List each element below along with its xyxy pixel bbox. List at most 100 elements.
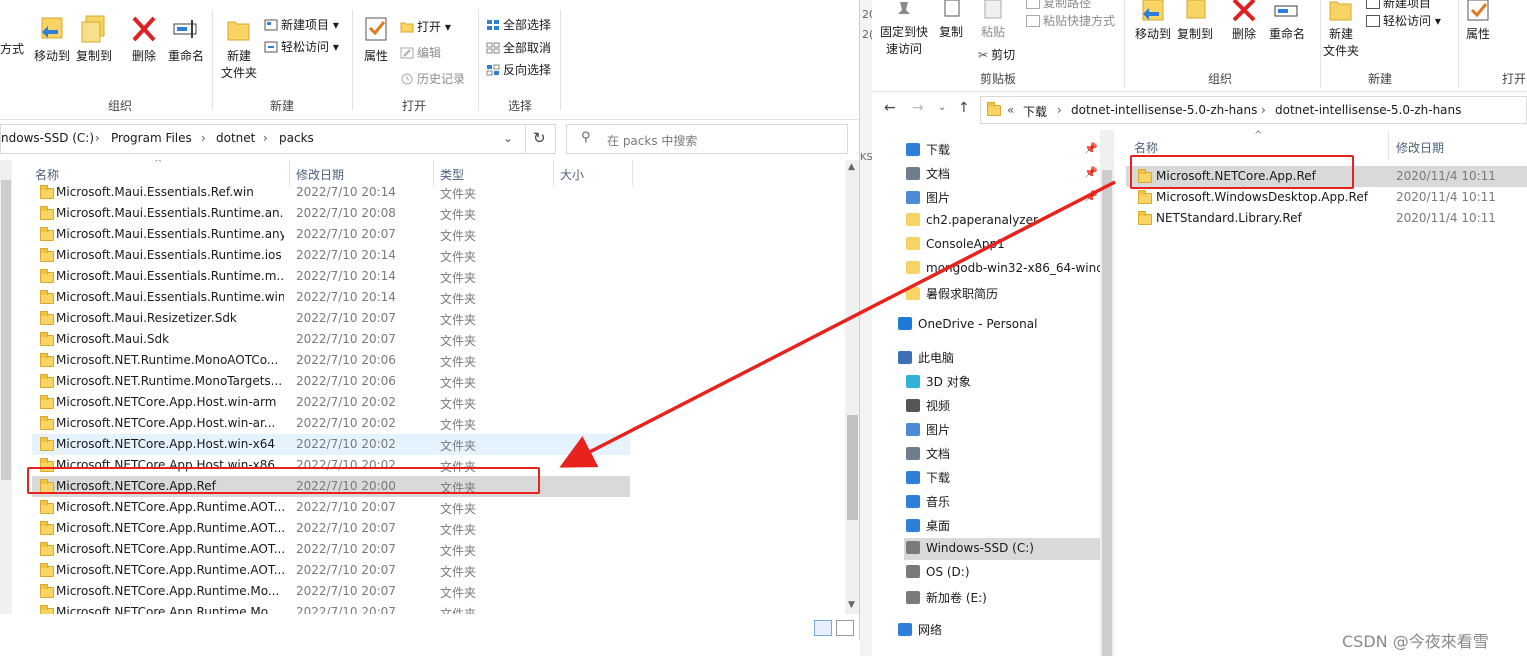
select-none-button[interactable]: 全部取消 — [486, 39, 551, 56]
copy-button[interactable]: 复制 — [934, 0, 968, 40]
details-view-icon[interactable] — [814, 620, 832, 636]
nav-item[interactable]: 此电脑 — [896, 346, 1086, 368]
history-button[interactable]: 历史记录 — [400, 70, 465, 87]
table-row[interactable]: Microsoft.NETCore.App.Host.win-arm 2022/7… — [32, 392, 630, 413]
nav-item[interactable]: OS (D:) — [904, 562, 1094, 584]
nav-item[interactable]: 文档 — [904, 442, 1094, 464]
new-item-button[interactable]: 新建项目 ▾ — [264, 16, 339, 33]
copy-to-button[interactable]: 复制到 — [74, 14, 114, 64]
column-header-name[interactable]: 名称 — [1134, 139, 1158, 156]
scroll-up-icon[interactable]: ▲ — [848, 162, 855, 172]
left-address-bar[interactable]: ndows-SSD (C:) › Program Files › dotnet … — [0, 124, 556, 154]
invert-selection-button[interactable]: 反向选择 — [486, 61, 551, 78]
table-row[interactable]: Microsoft.Maui.Essentials.Runtime.an... 2… — [32, 203, 630, 224]
nav-item[interactable]: 网络 — [896, 618, 1086, 640]
nav-item[interactable]: 新加卷 (E:) — [904, 586, 1094, 608]
nav-item[interactable]: mongodb-win32-x86_64-wind — [904, 258, 1104, 280]
column-header-type[interactable]: 类型 — [440, 166, 464, 183]
right-new-folder-button[interactable]: 新建 文件夹 — [1320, 0, 1362, 59]
breadcrumb-overflow[interactable]: « — [1007, 103, 1014, 117]
nav-item[interactable]: OneDrive - Personal — [896, 314, 1086, 336]
table-row[interactable]: Microsoft.NET.Runtime.MonoAOTCo... 2022/7… — [32, 350, 630, 371]
right-copy-to-button[interactable]: 复制到 — [1174, 0, 1216, 42]
back-arrow-icon[interactable]: ← — [884, 100, 896, 116]
table-row[interactable]: Microsoft.NETCore.App.Host.win-x64 2022/7… — [32, 434, 630, 455]
table-row[interactable]: NETStandard.Library.Ref 2020/11/4 10:11 — [1126, 208, 1527, 229]
breadcrumb-drive[interactable]: ndows-SSD (C:) — [1, 131, 94, 145]
nav-item[interactable]: 暑假求职简历 — [904, 282, 1094, 304]
table-row[interactable]: Microsoft.NETCore.App.Runtime.AOT... 2022… — [32, 539, 630, 560]
cut-button[interactable]: ✂ 剪切 — [978, 46, 1015, 63]
rename-button[interactable]: 重命名 — [166, 14, 206, 64]
left-pane-scrollbar[interactable] — [0, 160, 12, 620]
right-nav-scrollbar[interactable] — [1100, 130, 1114, 656]
nav-item[interactable]: 下载 — [904, 466, 1094, 488]
table-row[interactable]: Microsoft.Maui.Sdk 2022/7/10 20:07 文件夹 — [32, 329, 630, 350]
easy-access-button[interactable]: 轻松访问 ▾ — [264, 38, 339, 55]
breadcrumb-intellisense-inner[interactable]: dotnet-intellisense-5.0-zh-hans — [1275, 103, 1461, 117]
copy-path-button[interactable]: 复制路径 — [1026, 0, 1091, 11]
pin-icon[interactable]: 📌 — [1084, 190, 1098, 203]
table-row[interactable]: Microsoft.Maui.Essentials.Runtime.m... 20… — [32, 266, 630, 287]
column-header-name[interactable]: 名称 — [35, 166, 59, 183]
scrollbar-thumb[interactable] — [847, 415, 858, 520]
table-row[interactable]: Microsoft.NETCore.App.Runtime.AOT... 2022… — [32, 518, 630, 539]
nav-item[interactable]: 音乐 — [904, 490, 1094, 512]
table-row[interactable]: Microsoft.NETCore.App.Runtime.AOT... 2022… — [32, 497, 630, 518]
nav-item[interactable]: 图片 — [904, 186, 1094, 208]
breadcrumb-program-files[interactable]: Program Files — [111, 131, 192, 145]
paste-button[interactable]: 粘贴 — [976, 0, 1010, 40]
nav-item[interactable]: 图片 — [904, 418, 1094, 440]
nav-item[interactable]: ConsoleApp1 — [904, 234, 1094, 256]
table-row[interactable]: Microsoft.Maui.Essentials.Runtime.any 202… — [32, 224, 630, 245]
nav-item[interactable]: 文档 — [904, 162, 1094, 184]
right-new-item-button[interactable]: 新建项目 — [1366, 0, 1431, 11]
nav-item[interactable]: 3D 对象 — [904, 370, 1094, 392]
address-dropdown-chevron-icon[interactable]: ⌄ — [503, 131, 513, 145]
column-header-size[interactable]: 大小 — [560, 166, 584, 183]
table-row[interactable]: Microsoft.Maui.Essentials.Runtime.ios 202… — [32, 245, 630, 266]
paste-shortcut-button[interactable]: 粘贴快捷方式 — [1026, 12, 1115, 29]
table-row[interactable]: Microsoft.WindowsDesktop.App.Ref 2020/11/… — [1126, 187, 1527, 208]
recent-chevron-icon[interactable]: ⌄ — [938, 102, 946, 113]
delete-button[interactable]: 删除 — [126, 14, 162, 64]
nav-item[interactable]: 视频 — [904, 394, 1094, 416]
move-to-button[interactable]: 移动到 — [32, 14, 72, 64]
properties-button[interactable]: 属性 — [358, 14, 394, 64]
edit-button[interactable]: 编辑 — [400, 44, 441, 61]
up-arrow-icon[interactable]: ↑ — [958, 100, 970, 116]
column-header-date[interactable]: 修改日期 — [1396, 139, 1444, 156]
scrollbar-thumb[interactable] — [1, 180, 11, 480]
table-row[interactable]: Microsoft.NET.Runtime.MonoTargets... 2022… — [32, 371, 630, 392]
scrollbar-thumb[interactable] — [1102, 170, 1112, 656]
right-properties-button[interactable]: 属性 — [1462, 0, 1494, 42]
nav-item[interactable]: 桌面 — [904, 514, 1094, 536]
table-row[interactable]: Microsoft.Maui.Essentials.Ref.win 2022/7/… — [32, 182, 630, 203]
table-row[interactable]: Microsoft.NETCore.App.Host.win-ar... 2022… — [32, 413, 630, 434]
large-icons-view-icon[interactable] — [836, 620, 854, 636]
right-easy-access-button[interactable]: 轻松访问 ▾ — [1366, 12, 1441, 29]
refresh-icon[interactable]: ↻ — [533, 129, 546, 147]
breadcrumb-dotnet[interactable]: dotnet — [216, 131, 255, 145]
table-row[interactable]: Microsoft.Maui.Essentials.Runtime.win 202… — [32, 287, 630, 308]
new-folder-button[interactable]: 新建 文件夹 — [218, 14, 260, 81]
nav-item[interactable]: Windows-SSD (C:) — [904, 538, 1100, 560]
nav-item[interactable]: ch2.paperanalyzer — [904, 210, 1094, 232]
column-header-date[interactable]: 修改日期 — [296, 166, 344, 183]
pin-icon[interactable]: 📌 — [1084, 142, 1098, 155]
breadcrumb-packs[interactable]: packs — [279, 131, 314, 145]
right-delete-button[interactable]: 删除 — [1226, 0, 1262, 42]
column-divider[interactable] — [632, 160, 633, 186]
pin-quick-access-button[interactable]: 固定到快 速访问 — [878, 0, 930, 57]
select-all-button[interactable]: 全部选择 — [486, 16, 551, 33]
breadcrumb-intellisense-outer[interactable]: dotnet-intellisense-5.0-zh-hans — [1071, 103, 1257, 117]
pin-icon[interactable]: 📌 — [1084, 166, 1098, 179]
table-row[interactable]: Microsoft.Maui.Resizetizer.Sdk 2022/7/10 … — [32, 308, 630, 329]
table-row[interactable]: Microsoft.NETCore.App.Runtime.AOT... 2022… — [32, 560, 630, 581]
column-divider[interactable] — [1388, 130, 1389, 160]
breadcrumb-downloads[interactable]: 下载 — [1023, 103, 1047, 120]
right-move-to-button[interactable]: 移动到 — [1132, 0, 1174, 42]
left-search-box[interactable]: ⚲ 在 packs 中搜索 — [566, 124, 848, 154]
table-row[interactable]: Microsoft.NETCore.App.Runtime.Mo... 2022/… — [32, 581, 630, 602]
scroll-down-icon[interactable]: ▼ — [848, 600, 855, 610]
